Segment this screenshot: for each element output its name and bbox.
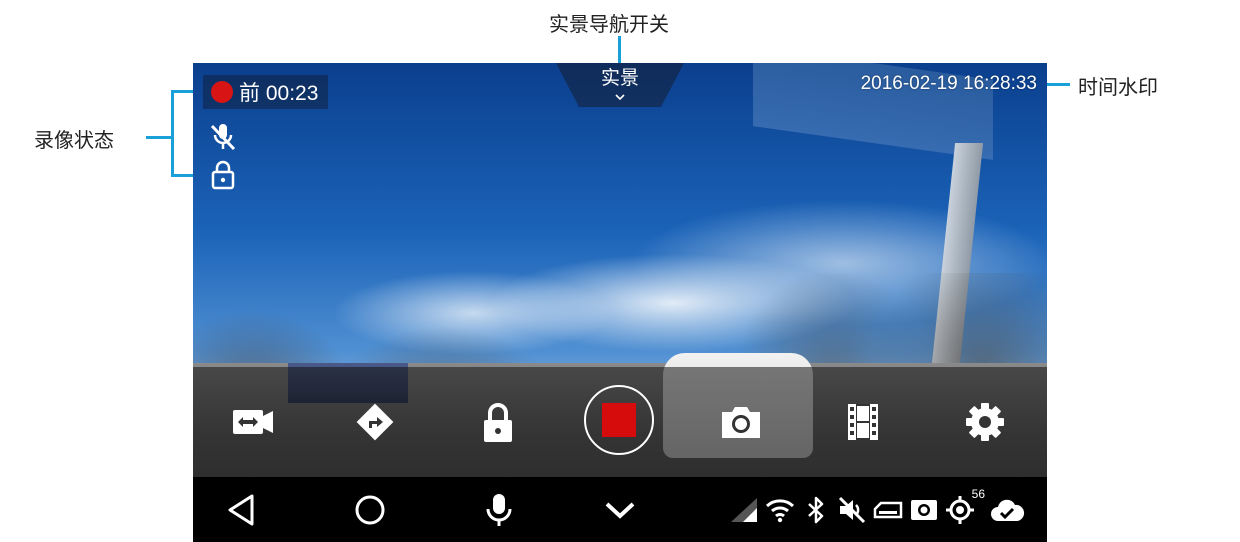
record-button[interactable] [584,385,654,455]
stop-icon [602,403,636,437]
lock-icon [207,159,239,191]
photo-button[interactable] [719,400,763,444]
sd-card-icon [873,495,903,525]
dashcam-screen: 前 00:23 实景 2016-02-19 16:28:33 56 [193,63,1047,542]
time-watermark: 2016-02-19 16:28:33 [860,73,1037,94]
home-button[interactable] [350,492,390,528]
annotation-line-rec-v [171,90,174,177]
navigation-button[interactable] [353,400,397,444]
bluetooth-icon [801,495,831,525]
navigation-turn-icon [356,403,394,441]
voice-icon [486,494,512,526]
cloud-sync-icon [989,495,1025,525]
recording-indicator: 前 00:23 [203,75,329,109]
home-icon [355,495,385,525]
mute-icon [837,495,867,525]
chevron-down-icon [615,94,625,101]
settings-button[interactable] [963,400,1007,444]
recording-time: 前 00:23 [239,82,319,105]
camera-icon [722,407,760,438]
gear-icon [966,403,1004,441]
annotation-line-ar [618,36,621,66]
ar-toggle-label: 实景 [600,67,639,89]
voice-button[interactable] [479,492,519,528]
annotation-ar-nav-toggle: 实景导航开关 [549,12,669,36]
record-dot-icon [211,81,233,103]
signal-icon [729,495,759,525]
collapse-icon [605,502,635,519]
wifi-icon [765,495,795,525]
gps-icon: 56 [945,487,985,525]
film-icon [848,404,878,440]
mic-muted-icon [207,121,239,153]
camera-status-icon [909,495,939,525]
camera-switch-icon [233,410,273,434]
video-list-button[interactable] [841,400,885,444]
switch-camera-button[interactable] [231,400,275,444]
lock-icon [484,403,512,442]
annotation-time-watermark: 时间水印 [1078,75,1158,99]
gps-satellite-count: 56 [971,487,985,501]
lock-video-button[interactable] [476,400,520,444]
annotation-recording-status: 录像状态 [34,128,114,152]
annotation-line-rec-h [146,136,172,139]
control-bar [193,367,1047,477]
back-icon [228,494,254,526]
system-nav-bar: 56 [193,477,1047,542]
collapse-button[interactable] [600,492,640,528]
back-button[interactable] [221,492,261,528]
status-icons: 56 [729,487,1025,528]
